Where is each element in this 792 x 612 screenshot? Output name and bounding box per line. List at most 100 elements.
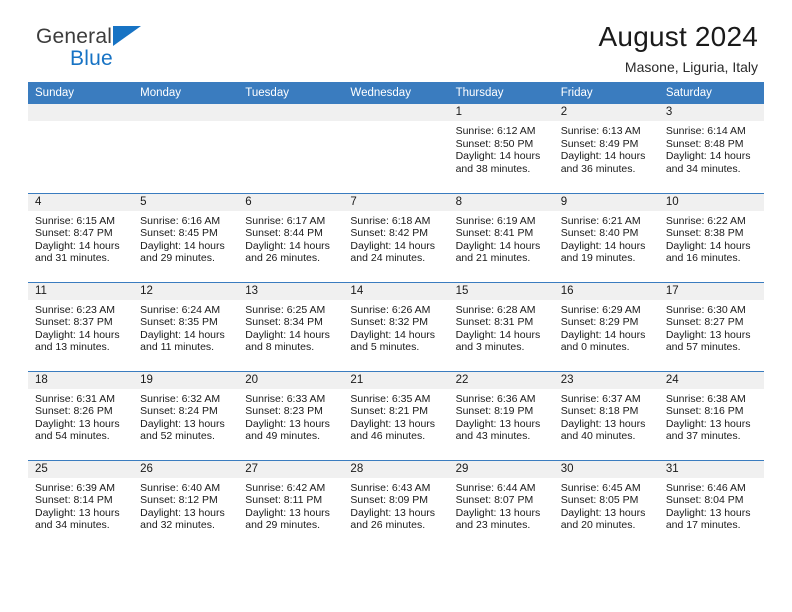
day-details: Sunrise: 6:16 AM Sunset: 8:45 PM Dayligh… <box>133 211 238 265</box>
day-cell[interactable]: 26 Sunrise: 6:40 AM Sunset: 8:12 PM Dayl… <box>133 459 239 549</box>
day-number <box>238 104 344 121</box>
calendar-week-row: 4 Sunrise: 6:15 AM Sunset: 8:47 PM Dayli… <box>28 192 764 282</box>
sunrise-text: Sunrise: 6:21 AM <box>560 214 641 227</box>
daylight-text-line2: and 0 minutes. <box>560 341 630 354</box>
calendar-week-row: 25 Sunrise: 6:39 AM Sunset: 8:14 PM Dayl… <box>28 459 764 549</box>
day-cell[interactable]: 17 Sunrise: 6:30 AM Sunset: 8:27 PM Dayl… <box>658 281 764 371</box>
daylight-text-line1: Daylight: 13 hours <box>665 328 751 341</box>
sunset-text: Sunset: 8:32 PM <box>350 316 429 329</box>
sunrise-text: Sunrise: 6:33 AM <box>245 392 326 405</box>
day-number: 22 <box>448 371 554 389</box>
sunrise-text: Sunrise: 6:38 AM <box>665 392 746 405</box>
day-details: Sunrise: 6:13 AM Sunset: 8:49 PM Dayligh… <box>554 121 659 175</box>
sunset-text: Sunset: 8:18 PM <box>560 405 639 418</box>
day-details: Sunrise: 6:18 AM Sunset: 8:42 PM Dayligh… <box>343 211 448 265</box>
sunset-text: Sunset: 8:21 PM <box>350 405 429 418</box>
day-cell[interactable]: 11 Sunrise: 6:23 AM Sunset: 8:37 PM Dayl… <box>28 281 134 371</box>
daylight-text-line2: and 52 minutes. <box>140 430 215 443</box>
day-cell[interactable]: 8 Sunrise: 6:19 AM Sunset: 8:41 PM Dayli… <box>448 192 554 282</box>
sunset-text: Sunset: 8:07 PM <box>455 494 534 507</box>
day-cell[interactable]: 12 Sunrise: 6:24 AM Sunset: 8:35 PM Dayl… <box>133 281 239 371</box>
day-cell[interactable]: 7 Sunrise: 6:18 AM Sunset: 8:42 PM Dayli… <box>343 192 449 282</box>
sunset-text: Sunset: 8:27 PM <box>665 316 744 329</box>
day-details: Sunrise: 6:17 AM Sunset: 8:44 PM Dayligh… <box>238 211 343 265</box>
day-cell[interactable]: 24 Sunrise: 6:38 AM Sunset: 8:16 PM Dayl… <box>658 370 764 460</box>
daylight-text-line1: Daylight: 14 hours <box>245 328 330 341</box>
day-details: Sunrise: 6:37 AM Sunset: 8:18 PM Dayligh… <box>554 389 659 443</box>
day-number: 4 <box>28 193 134 211</box>
day-number: 25 <box>28 460 134 478</box>
day-cell[interactable]: 21 Sunrise: 6:35 AM Sunset: 8:21 PM Dayl… <box>343 370 449 460</box>
daylight-text-line2: and 20 minutes. <box>560 519 636 532</box>
day-details: Sunrise: 6:42 AM Sunset: 8:11 PM Dayligh… <box>238 478 343 532</box>
day-cell[interactable]: 28 Sunrise: 6:43 AM Sunset: 8:09 PM Dayl… <box>343 459 449 549</box>
day-number: 31 <box>658 460 764 478</box>
day-number: 23 <box>553 371 659 389</box>
daylight-text-line2: and 29 minutes. <box>140 252 215 265</box>
sunrise-text: Sunrise: 6:13 AM <box>560 125 641 137</box>
sunset-text: Sunset: 8:04 PM <box>665 494 744 507</box>
day-details: Sunrise: 6:23 AM Sunset: 8:37 PM Dayligh… <box>28 300 133 354</box>
day-cell[interactable]: 18 Sunrise: 6:31 AM Sunset: 8:26 PM Dayl… <box>28 370 134 460</box>
sunset-text: Sunset: 8:26 PM <box>35 405 113 418</box>
sunrise-text: Sunrise: 6:31 AM <box>35 392 115 405</box>
sunrise-text: Sunrise: 6:45 AM <box>560 481 641 494</box>
daylight-text-line2: and 8 minutes. <box>245 341 315 354</box>
day-cell[interactable]: 4 Sunrise: 6:15 AM Sunset: 8:47 PM Dayli… <box>28 192 134 282</box>
sunrise-text: Sunrise: 6:42 AM <box>245 481 326 494</box>
day-cell[interactable]: 25 Sunrise: 6:39 AM Sunset: 8:14 PM Dayl… <box>28 459 134 549</box>
sunrise-text: Sunrise: 6:17 AM <box>245 214 326 227</box>
weekday-header-sunday: Sunday <box>28 82 134 104</box>
day-cell[interactable]: 9 Sunrise: 6:21 AM Sunset: 8:40 PM Dayli… <box>553 192 659 282</box>
day-cell[interactable]: 20 Sunrise: 6:33 AM Sunset: 8:23 PM Dayl… <box>238 370 344 460</box>
day-cell[interactable]: 10 Sunrise: 6:22 AM Sunset: 8:38 PM Dayl… <box>658 192 764 282</box>
sunrise-text: Sunrise: 6:19 AM <box>455 214 536 227</box>
day-cell[interactable]: 19 Sunrise: 6:32 AM Sunset: 8:24 PM Dayl… <box>133 370 239 460</box>
day-cell[interactable]: 31 Sunrise: 6:46 AM Sunset: 8:04 PM Dayl… <box>658 459 764 549</box>
day-details: Sunrise: 6:38 AM Sunset: 8:16 PM Dayligh… <box>659 389 764 443</box>
day-number: 19 <box>133 371 239 389</box>
day-cell[interactable]: 27 Sunrise: 6:42 AM Sunset: 8:11 PM Dayl… <box>238 459 344 549</box>
daylight-text-line1: Daylight: 14 hours <box>35 328 120 341</box>
day-number: 27 <box>238 460 344 478</box>
sunset-text: Sunset: 8:41 PM <box>455 227 534 240</box>
day-cell[interactable]: 5 Sunrise: 6:16 AM Sunset: 8:45 PM Dayli… <box>133 192 239 282</box>
day-cell[interactable]: 13 Sunrise: 6:25 AM Sunset: 8:34 PM Dayl… <box>238 281 344 371</box>
daylight-text-line2: and 17 minutes. <box>665 519 741 532</box>
daylight-text-line1: Daylight: 13 hours <box>560 506 646 519</box>
sunset-text: Sunset: 8:47 PM <box>35 227 113 240</box>
sunrise-text: Sunrise: 6:46 AM <box>665 481 746 494</box>
sunset-text: Sunset: 8:38 PM <box>665 227 744 240</box>
day-number: 17 <box>658 282 764 300</box>
general-blue-logo[interactable]: General Blue <box>36 26 142 69</box>
sunrise-text: Sunrise: 6:29 AM <box>560 303 641 316</box>
calendar-week-row: 11 Sunrise: 6:23 AM Sunset: 8:37 PM Dayl… <box>28 281 764 371</box>
sunset-text: Sunset: 8:35 PM <box>140 316 218 329</box>
day-cell[interactable]: 3 Sunrise: 6:14 AM Sunset: 8:48 PM Dayli… <box>658 104 764 193</box>
daylight-text-line1: Daylight: 13 hours <box>35 506 120 519</box>
daylight-text-line2: and 57 minutes. <box>665 341 741 354</box>
day-details: Sunrise: 6:45 AM Sunset: 8:05 PM Dayligh… <box>554 478 659 532</box>
daylight-text-line2: and 29 minutes. <box>245 519 320 532</box>
day-number: 10 <box>658 193 764 211</box>
sunrise-text: Sunrise: 6:35 AM <box>350 392 431 405</box>
sunset-text: Sunset: 8:45 PM <box>140 227 218 240</box>
day-details: Sunrise: 6:40 AM Sunset: 8:12 PM Dayligh… <box>133 478 238 532</box>
sunset-text: Sunset: 8:31 PM <box>455 316 534 329</box>
day-cell[interactable]: 23 Sunrise: 6:37 AM Sunset: 8:18 PM Dayl… <box>553 370 659 460</box>
day-number: 5 <box>133 193 239 211</box>
day-cell[interactable]: 14 Sunrise: 6:26 AM Sunset: 8:32 PM Dayl… <box>343 281 449 371</box>
day-cell[interactable]: 16 Sunrise: 6:29 AM Sunset: 8:29 PM Dayl… <box>553 281 659 371</box>
sunrise-text: Sunrise: 6:40 AM <box>140 481 221 494</box>
daylight-text-line1: Daylight: 14 hours <box>140 239 225 252</box>
day-cell[interactable]: 15 Sunrise: 6:28 AM Sunset: 8:31 PM Dayl… <box>448 281 554 371</box>
day-cell <box>343 104 449 193</box>
day-cell[interactable]: 6 Sunrise: 6:17 AM Sunset: 8:44 PM Dayli… <box>238 192 344 282</box>
day-cell[interactable]: 1 Sunrise: 6:12 AM Sunset: 8:50 PM Dayli… <box>448 104 554 193</box>
day-details: Sunrise: 6:30 AM Sunset: 8:27 PM Dayligh… <box>659 300 764 354</box>
day-cell[interactable]: 29 Sunrise: 6:44 AM Sunset: 8:07 PM Dayl… <box>448 459 554 549</box>
day-cell[interactable]: 30 Sunrise: 6:45 AM Sunset: 8:05 PM Dayl… <box>553 459 659 549</box>
sunrise-text: Sunrise: 6:25 AM <box>245 303 326 316</box>
day-cell[interactable]: 22 Sunrise: 6:36 AM Sunset: 8:19 PM Dayl… <box>448 370 554 460</box>
day-cell[interactable]: 2 Sunrise: 6:13 AM Sunset: 8:49 PM Dayli… <box>553 104 659 193</box>
